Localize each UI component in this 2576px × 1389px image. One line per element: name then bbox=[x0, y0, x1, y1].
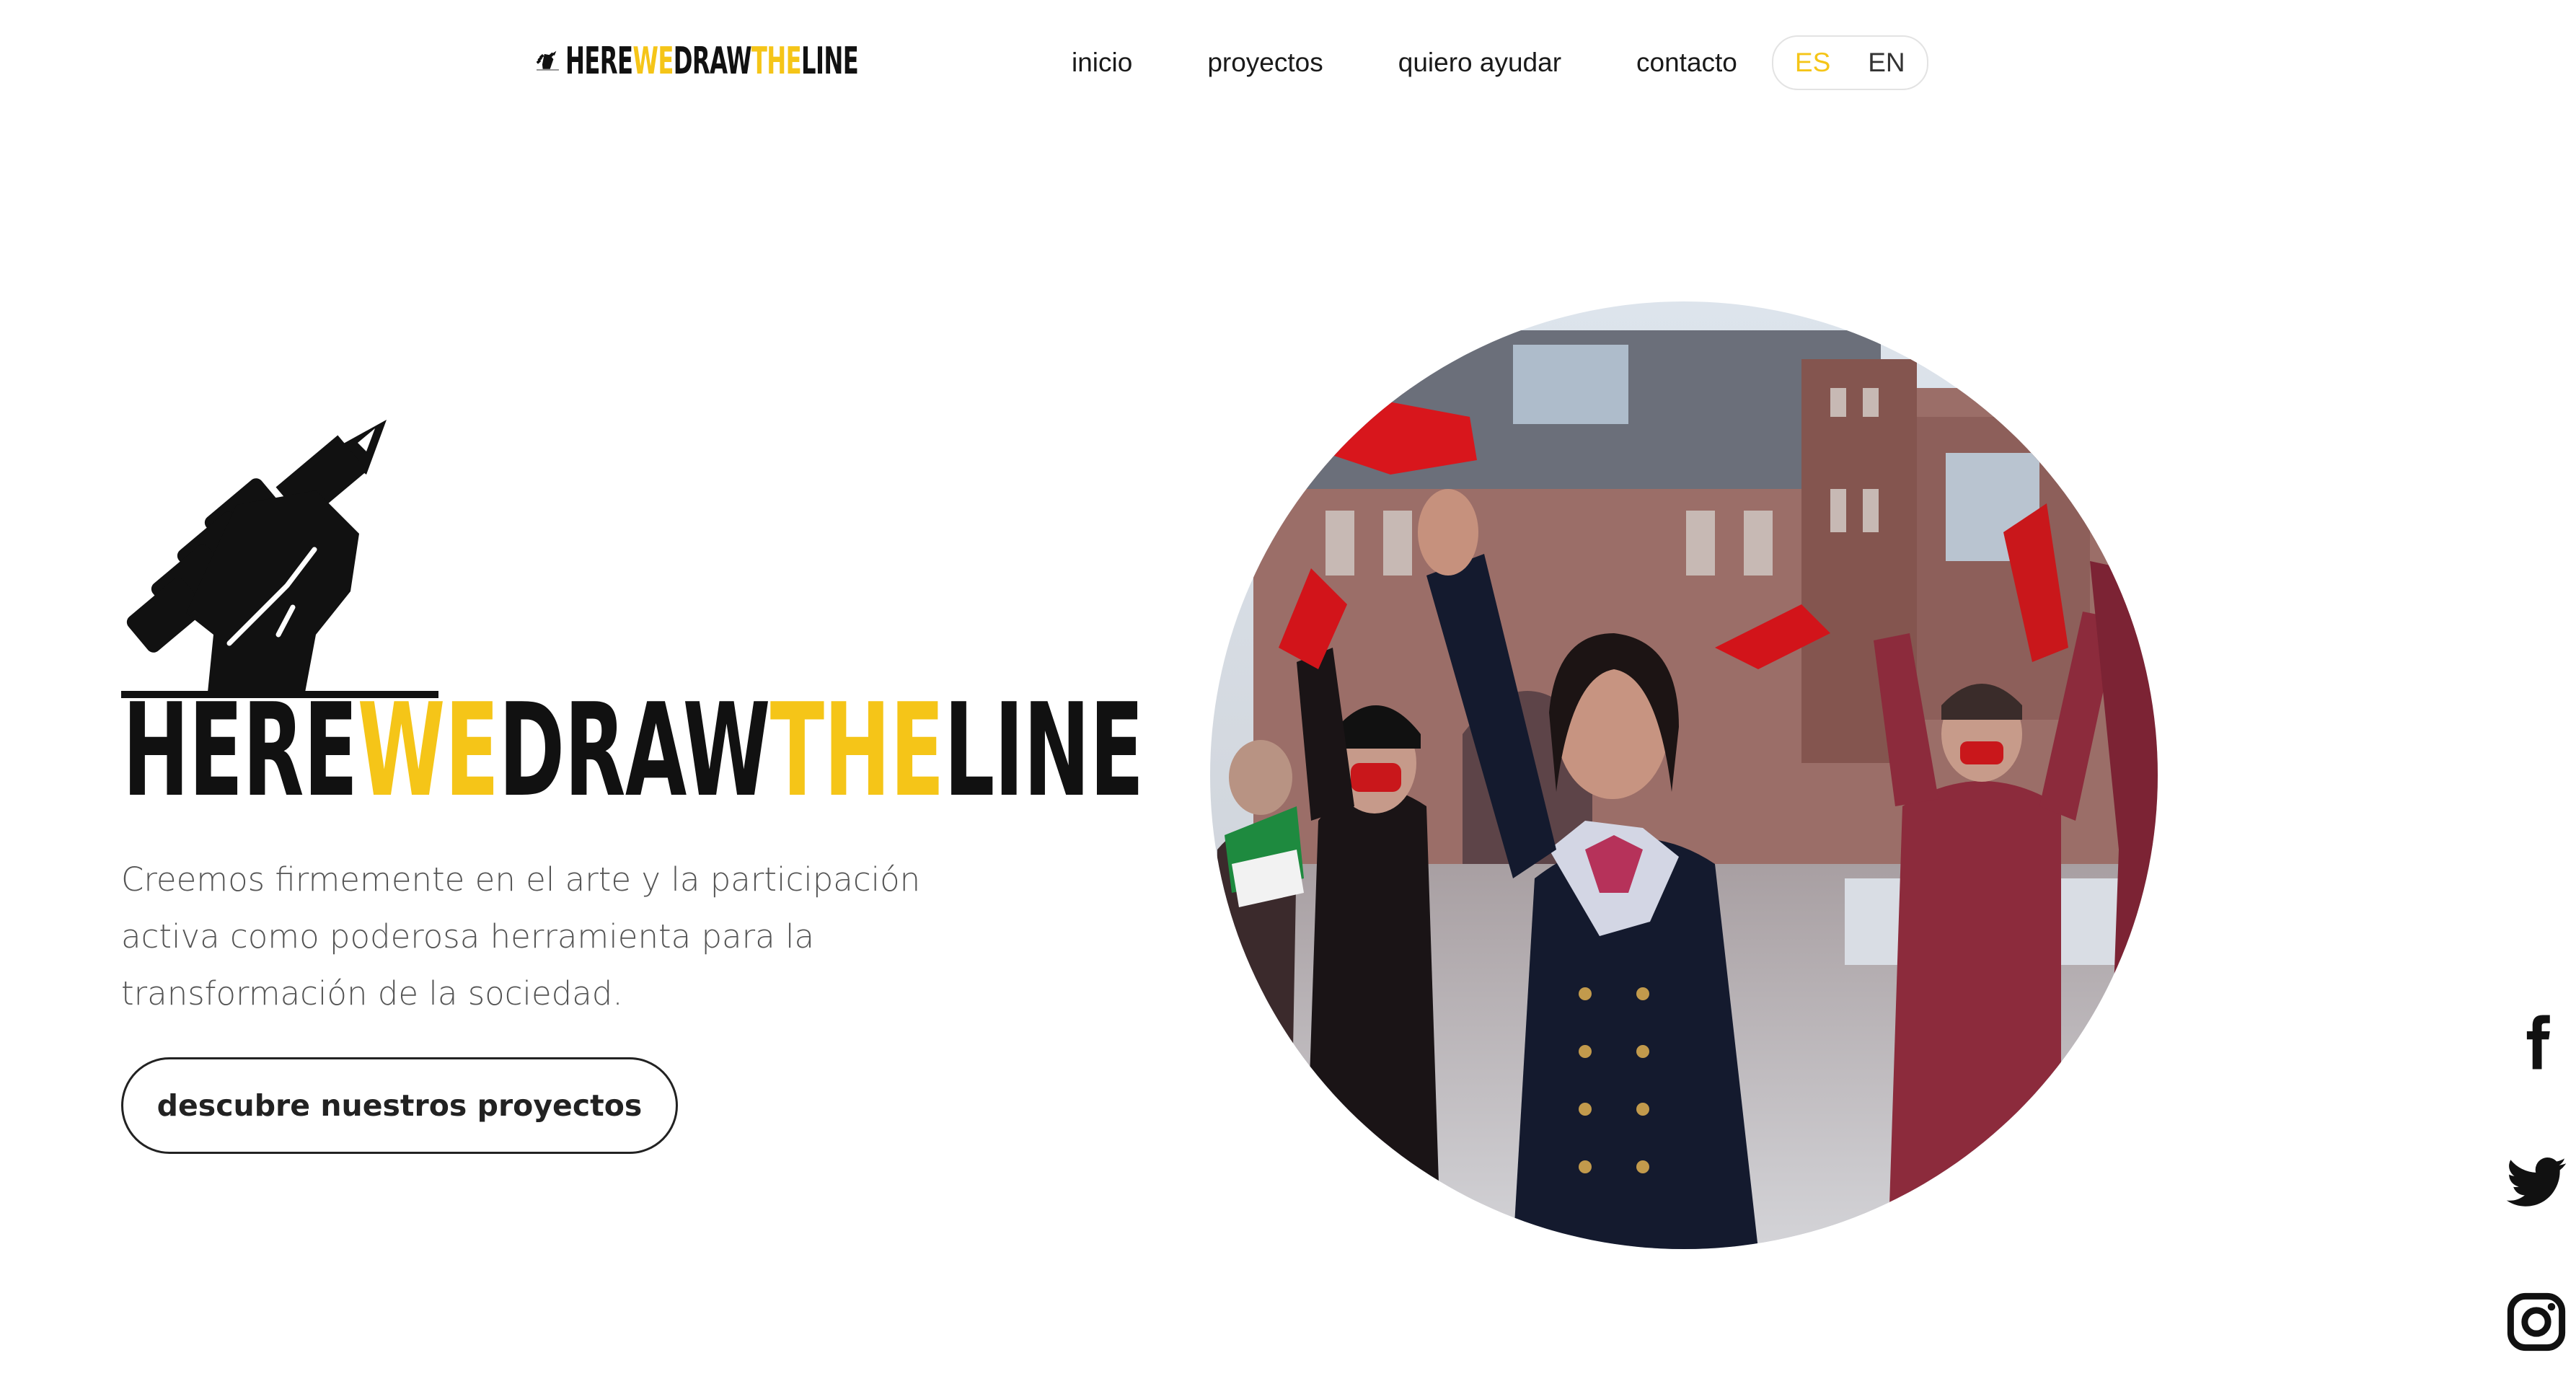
discover-projects-button[interactable]: descubre nuestros proyectos bbox=[121, 1057, 678, 1154]
logo-part-here: HERE bbox=[123, 676, 358, 825]
page: HEREWEDRAWTHELINE inicio proyectos quier… bbox=[0, 0, 2576, 1389]
logo-part-we: WE bbox=[632, 40, 674, 83]
logo-part-the: THE bbox=[769, 676, 945, 825]
logo-part-draw: DRAW bbox=[498, 676, 771, 825]
nav-item-contacto[interactable]: contacto bbox=[1636, 48, 1737, 78]
facebook-icon[interactable] bbox=[2504, 1010, 2569, 1075]
logo-part-line: LINE bbox=[943, 676, 1144, 825]
hero-wordmark: HEREWEDRAWTHELINE bbox=[123, 687, 1144, 815]
nav-item-inicio[interactable]: inicio bbox=[1072, 48, 1132, 78]
fist-pencil-icon bbox=[121, 420, 438, 698]
lang-es[interactable]: ES bbox=[1795, 48, 1830, 78]
hero-description-line: Creemos firmemente en el arte y la parti… bbox=[121, 860, 921, 899]
fist-pencil-icon bbox=[537, 50, 559, 71]
logo-part-the: THE bbox=[751, 40, 802, 83]
fist-pencil-illustration bbox=[121, 418, 482, 707]
main-nav: inicio proyectos quiero ayudar contacto … bbox=[1072, 35, 1928, 90]
hero-description-line: transformación de la sociedad. bbox=[121, 974, 623, 1013]
logo-part-here: HERE bbox=[565, 40, 633, 83]
logo-part-draw: DRAW bbox=[673, 40, 752, 83]
hero-description: Creemos firmemente en el arte y la parti… bbox=[121, 851, 1030, 1022]
header-wordmark: HEREWEDRAWTHELINE bbox=[565, 40, 859, 83]
lang-en[interactable]: EN bbox=[1868, 48, 1905, 78]
logo-part-line: LINE bbox=[801, 40, 859, 83]
logo-part-we: WE bbox=[357, 676, 500, 825]
instagram-icon[interactable] bbox=[2504, 1289, 2569, 1354]
nav-item-proyectos[interactable]: proyectos bbox=[1207, 48, 1323, 78]
protest-photo-illustration bbox=[1210, 301, 2158, 1249]
hero-description-line: activa como poderosa herramienta para la bbox=[121, 917, 815, 956]
header-logo[interactable]: HEREWEDRAWTHELINE bbox=[537, 42, 1038, 81]
hero-photo bbox=[1210, 301, 2158, 1249]
nav-item-quiero-ayudar[interactable]: quiero ayudar bbox=[1398, 48, 1561, 78]
language-switcher: ES EN bbox=[1771, 35, 1928, 90]
twitter-icon[interactable] bbox=[2504, 1150, 2569, 1214]
